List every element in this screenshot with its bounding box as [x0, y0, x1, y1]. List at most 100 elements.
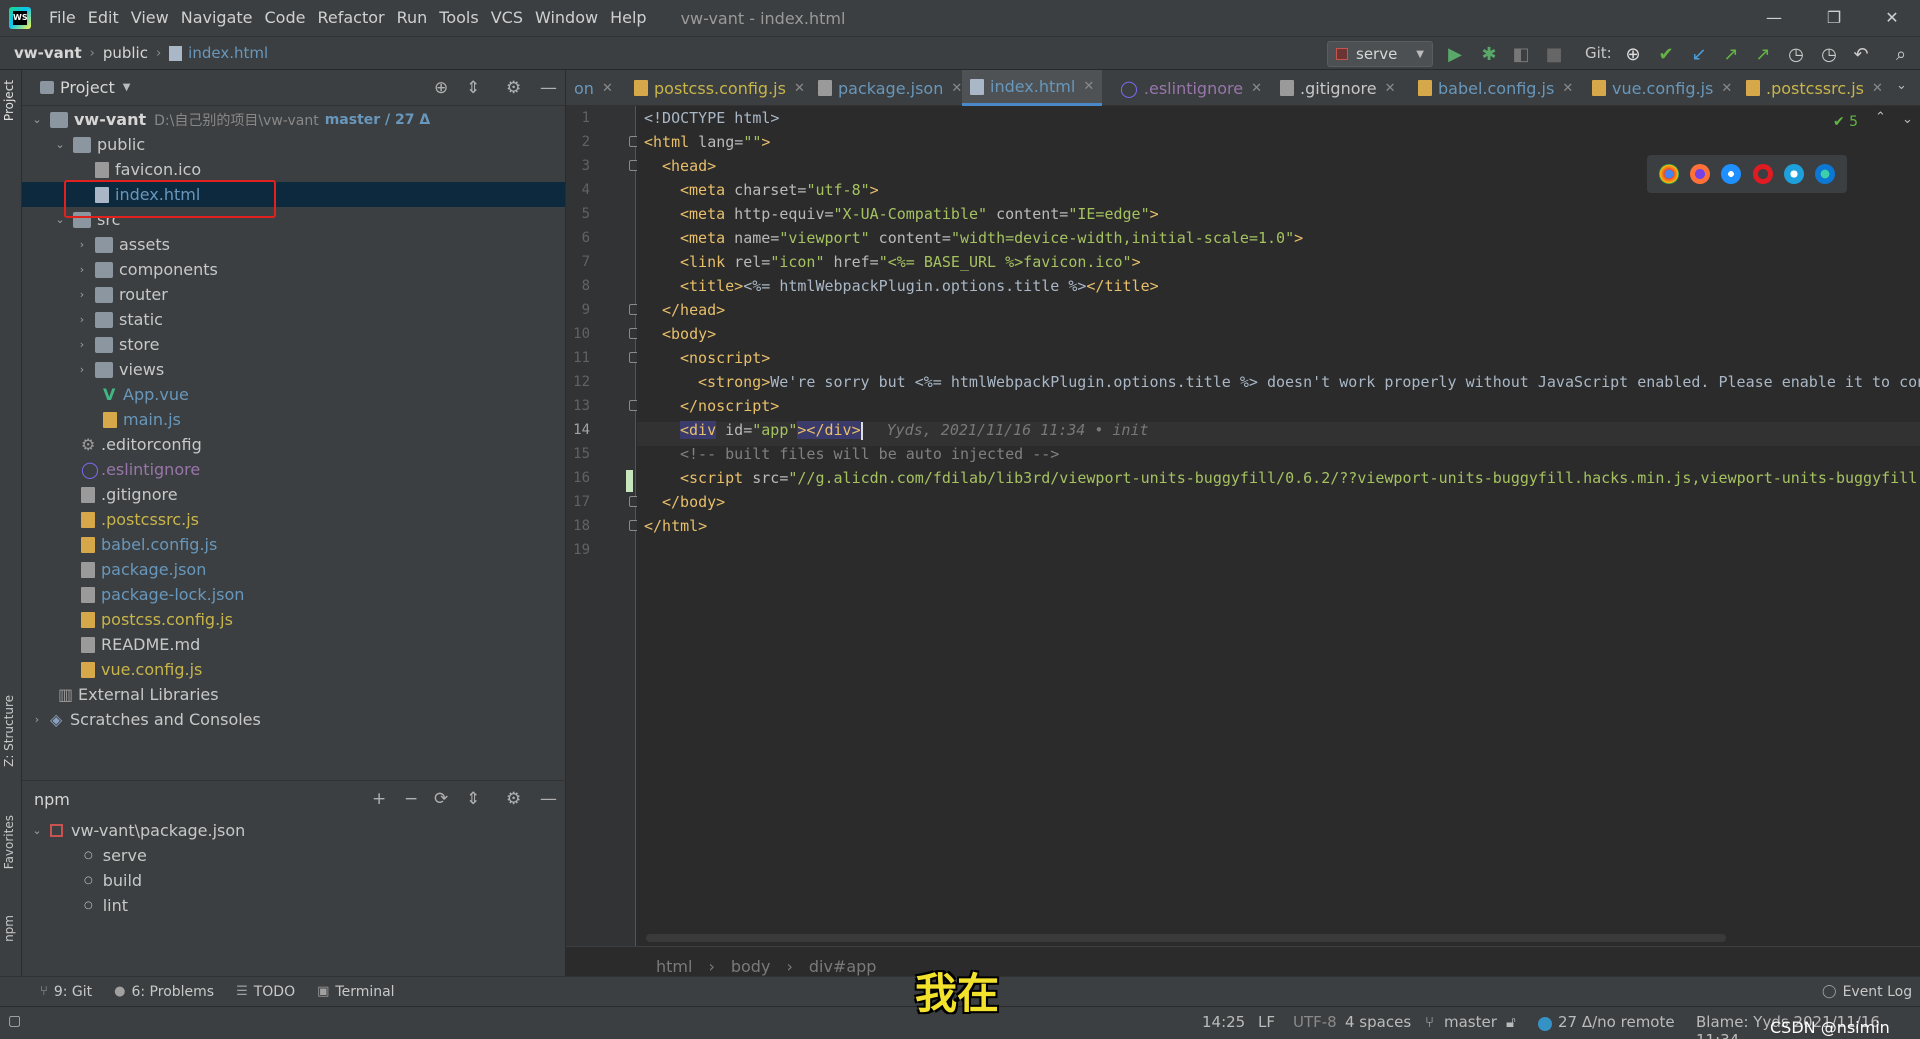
- close-icon[interactable]: ✕: [1562, 81, 1573, 96]
- debug-icon[interactable]: ✱: [1478, 43, 1500, 65]
- search-icon[interactable]: ⌕: [1890, 43, 1912, 65]
- breadcrumb-file[interactable]: index.html: [165, 44, 272, 62]
- git-fetch-icon[interactable]: ⊕: [1622, 43, 1644, 65]
- tree-item-assets[interactable]: › assets: [22, 232, 565, 257]
- chevron-down-icon[interactable]: ⌄: [1896, 78, 1907, 93]
- tree-item-public[interactable]: ⌄ public: [22, 132, 565, 157]
- tree-item-package-json[interactable]: package.json: [22, 557, 565, 582]
- opera-icon[interactable]: [1752, 164, 1773, 184]
- event-log-tool-tab[interactable]: ◯ Event Log: [1822, 984, 1912, 1000]
- code-editor[interactable]: <!DOCTYPE html> <html lang=""> <head> <m…: [637, 106, 1920, 946]
- chrome-icon[interactable]: [1658, 164, 1679, 184]
- menu-navigate[interactable]: Navigate: [175, 0, 259, 36]
- gear-icon[interactable]: ⚙: [506, 78, 521, 98]
- tab-postcssrc[interactable]: .postcssrc.js ✕: [1738, 70, 1891, 106]
- close-icon[interactable]: ✕: [1385, 81, 1396, 96]
- horizontal-scrollbar[interactable]: [646, 934, 1726, 942]
- close-icon[interactable]: ✕: [602, 81, 613, 96]
- menu-tools[interactable]: Tools: [433, 0, 484, 36]
- close-icon[interactable]: ✕: [951, 81, 962, 96]
- tab-vue-config[interactable]: vue.config.js ✕: [1584, 70, 1740, 106]
- tab-postcss-config[interactable]: postcss.config.js ✕: [626, 70, 813, 106]
- chevron-down-icon[interactable]: ▼: [123, 82, 131, 93]
- gear-icon[interactable]: ⚙: [506, 789, 521, 809]
- edge-icon[interactable]: [1815, 164, 1836, 184]
- menu-edit[interactable]: Edit: [82, 0, 125, 36]
- terminal-tool-tab[interactable]: ▣ Terminal: [317, 984, 394, 1000]
- history-icon[interactable]: ◷: [1785, 43, 1807, 65]
- coverage-icon[interactable]: ◧: [1510, 43, 1532, 65]
- breadcrumb-body[interactable]: body: [723, 957, 779, 976]
- tree-item-package-lock[interactable]: package-lock.json: [22, 582, 565, 607]
- breadcrumb-html[interactable]: html: [648, 957, 700, 976]
- todo-tool-tab[interactable]: ☰ TODO: [236, 984, 295, 1000]
- breadcrumb-div-app[interactable]: div#app: [801, 957, 885, 976]
- menu-refactor[interactable]: Refactor: [311, 0, 390, 36]
- npm-script-serve[interactable]: ○ serve: [22, 843, 565, 868]
- git-commit-check-icon[interactable]: ✔: [1655, 43, 1677, 65]
- hide-panel-icon[interactable]: —: [540, 789, 557, 809]
- menu-code[interactable]: Code: [259, 0, 312, 36]
- git-update-icon[interactable]: ↙: [1688, 43, 1710, 65]
- menu-run[interactable]: Run: [391, 0, 434, 36]
- minimize-icon[interactable]: —: [1746, 0, 1802, 36]
- tree-item-postcss-config[interactable]: postcss.config.js: [22, 607, 565, 632]
- menu-vcs[interactable]: VCS: [485, 0, 529, 36]
- rollback-icon[interactable]: ↶: [1850, 43, 1872, 65]
- git-branch[interactable]: master: [1444, 1013, 1497, 1031]
- menu-window[interactable]: Window: [529, 0, 604, 36]
- run-configuration-select[interactable]: serve ▼: [1327, 41, 1433, 67]
- restore-icon[interactable]: ❐: [1806, 0, 1862, 36]
- tab-package-json[interactable]: package.json ✕: [810, 70, 970, 106]
- git-tool-tab[interactable]: ⑂ 9: Git: [40, 984, 92, 1000]
- chevron-down-icon[interactable]: ⌄: [1902, 112, 1913, 127]
- tree-item-main-js[interactable]: main.js: [22, 407, 565, 432]
- tree-item-vue-config[interactable]: vue.config.js: [22, 657, 565, 682]
- structure-tool-tab[interactable]: Z: Structure: [2, 695, 16, 767]
- tree-item-babel-config[interactable]: babel.config.js: [22, 532, 565, 557]
- collapse-all-icon[interactable]: ⇕: [466, 789, 480, 809]
- close-icon[interactable]: ✕: [1864, 0, 1920, 36]
- tree-item-editorconfig[interactable]: ⚙ .editorconfig: [22, 432, 565, 457]
- safari-icon[interactable]: [1721, 164, 1742, 184]
- remove-icon[interactable]: −: [404, 789, 418, 809]
- run-icon[interactable]: ▶: [1444, 43, 1466, 65]
- tree-item-favicon[interactable]: favicon.ico: [22, 157, 565, 182]
- git-push-icon[interactable]: ↗: [1720, 43, 1742, 65]
- tree-item-router[interactable]: › router: [22, 282, 565, 307]
- close-icon[interactable]: ✕: [1721, 81, 1732, 96]
- close-icon[interactable]: ✕: [1251, 81, 1262, 96]
- tab-babel-config[interactable]: babel.config.js ✕: [1410, 70, 1581, 106]
- tree-item-components[interactable]: › components: [22, 257, 565, 282]
- close-icon[interactable]: ✕: [794, 81, 805, 96]
- caret-position[interactable]: 14:25: [1202, 1013, 1245, 1031]
- npm-package-node[interactable]: ⌄ vw-vant\package.json: [22, 818, 565, 843]
- tab-eslintignore[interactable]: ◯ .eslintignore ✕: [1112, 70, 1270, 106]
- tree-root-project[interactable]: ⌄ vw-vant D:\自己别的项目\vw-vant master / 27 …: [22, 107, 565, 132]
- menu-help[interactable]: Help: [604, 0, 652, 36]
- firefox-icon[interactable]: [1689, 164, 1710, 184]
- favorites-tool-tab[interactable]: Favorites: [2, 815, 16, 869]
- npm-tool-tab[interactable]: npm: [2, 915, 16, 942]
- breadcrumb-public[interactable]: public: [99, 44, 152, 62]
- tab-gitignore[interactable]: .gitignore ✕: [1272, 70, 1403, 106]
- close-icon[interactable]: ✕: [1872, 81, 1883, 96]
- tree-item-gitignore[interactable]: .gitignore: [22, 482, 565, 507]
- tree-item-store[interactable]: › store: [22, 332, 565, 357]
- vcs-change-marker[interactable]: [626, 470, 633, 492]
- tree-item-external-libraries[interactable]: ▥ External Libraries: [22, 682, 565, 707]
- tree-item-views[interactable]: › views: [22, 357, 565, 382]
- tab-index-html[interactable]: index.html ✕: [962, 70, 1103, 106]
- tree-item-postcssrc[interactable]: .postcssrc.js: [22, 507, 565, 532]
- tree-item-readme[interactable]: README.md: [22, 632, 565, 657]
- close-icon[interactable]: ✕: [1083, 79, 1094, 94]
- refresh-icon[interactable]: ⟳: [434, 789, 448, 809]
- tree-item-static[interactable]: › static: [22, 307, 565, 332]
- git-push-arrow-icon[interactable]: ↗: [1752, 43, 1774, 65]
- lock-icon[interactable]: 🔓︎: [1506, 1013, 1516, 1031]
- menu-file[interactable]: File: [43, 0, 82, 36]
- stop-icon[interactable]: ■: [1543, 43, 1565, 65]
- npm-script-lint[interactable]: ○ lint: [22, 893, 565, 918]
- local-history-icon[interactable]: ◷: [1818, 43, 1840, 65]
- menu-view[interactable]: View: [125, 0, 175, 36]
